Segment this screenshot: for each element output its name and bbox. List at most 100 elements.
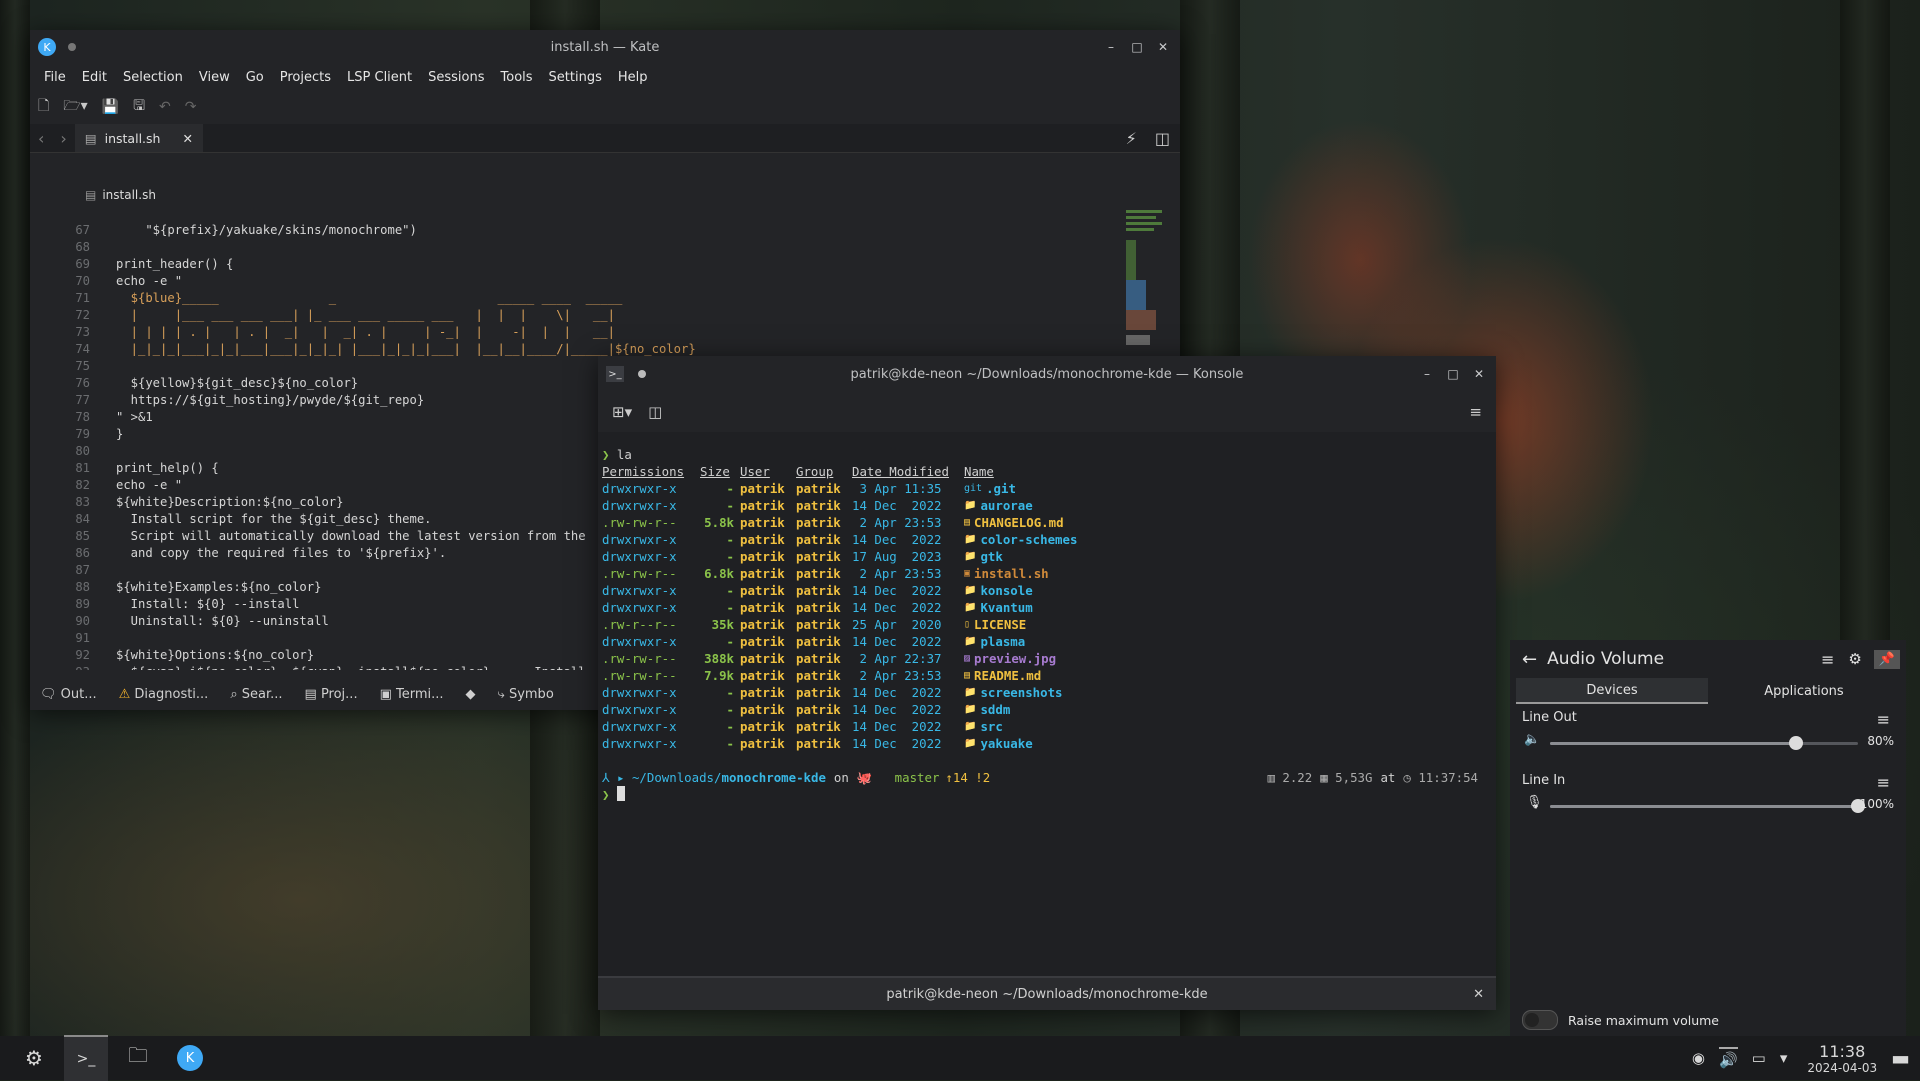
file-size: 35k <box>711 617 734 632</box>
kate-titlebar[interactable]: K install.sh — Kate – □ ✕ <box>30 30 1180 64</box>
maximize-button[interactable]: □ <box>1444 365 1462 383</box>
app-launcher-icon[interactable]: ⚙ <box>12 1036 56 1080</box>
microphone-icon[interactable]: 🎙 <box>1526 795 1543 810</box>
breadcrumb: ▤ install.sh <box>85 188 156 202</box>
maximize-button[interactable]: □ <box>1128 38 1146 56</box>
volume-icon[interactable]: 🔊 <box>1718 1047 1738 1069</box>
close-button[interactable]: ✕ <box>1470 365 1488 383</box>
menu-help[interactable]: Help <box>610 70 656 85</box>
volume-slider[interactable] <box>1550 799 1865 813</box>
menu-projects[interactable]: Projects <box>272 70 339 85</box>
menu-lsp-client[interactable]: LSP Client <box>339 70 420 85</box>
input-line[interactable]: ❯ <box>602 786 1496 803</box>
show-desktop-icon[interactable]: ▬ <box>1891 1046 1910 1070</box>
output-tab[interactable]: 🗨 Out... <box>40 687 97 702</box>
menu-go[interactable]: Go <box>238 70 272 85</box>
file-group: patrik <box>796 515 841 530</box>
save-as-icon[interactable]: 🖫 <box>133 95 145 119</box>
git-status: ↑14 !2 <box>945 770 991 785</box>
volume-slider[interactable] <box>1550 736 1858 750</box>
device-menu-icon[interactable]: ≡ <box>1877 773 1890 792</box>
pin-icon[interactable]: 📌 <box>1873 649 1900 669</box>
tab-devices[interactable]: Devices <box>1516 678 1708 704</box>
new-file-icon[interactable]: 🗋 <box>38 95 49 119</box>
konsole-tab-bar: patrik@kde-neon ~/Downloads/monochrome-k… <box>598 976 1496 1010</box>
close-tab-icon[interactable]: ✕ <box>182 131 192 146</box>
git-tab[interactable]: ◆ <box>466 687 476 702</box>
permissions: .rw-rw-r-- <box>602 668 677 683</box>
quick-action-icon[interactable]: ⚡ <box>1118 129 1145 148</box>
symbols-tab[interactable]: ⤷ Symbo <box>498 687 554 702</box>
menu-view[interactable]: View <box>191 70 238 85</box>
terminal-tab[interactable]: ▣ Termi... <box>380 687 444 702</box>
split-view-icon[interactable]: ◫ <box>1145 129 1180 148</box>
terminal-output[interactable]: ❯ la Permissions Size User Group Date Modifie… <box>598 446 1496 974</box>
file-manager-icon[interactable]: 🗀 <box>116 1036 160 1080</box>
close-button[interactable]: ✕ <box>1154 38 1172 56</box>
undo-icon[interactable]: ↶ <box>159 99 171 115</box>
minimize-button[interactable]: – <box>1418 365 1436 383</box>
file-user: patrik <box>740 566 785 581</box>
search-tab[interactable]: ⌕ Sear... <box>230 687 282 702</box>
kate-task-icon[interactable]: K <box>168 1036 212 1080</box>
file-group: patrik <box>796 498 841 513</box>
new-tab-icon[interactable]: ⊞▾ <box>612 403 632 421</box>
redo-icon[interactable]: ↷ <box>185 99 197 115</box>
tab-install-sh[interactable]: ▤ install.sh ✕ <box>74 124 203 152</box>
minimize-button[interactable]: – <box>1102 38 1120 56</box>
menu-icon[interactable]: ≡ <box>1821 650 1834 669</box>
menu-file[interactable]: File <box>36 70 74 85</box>
diagnostics-tab[interactable]: ⚠ Diagnosti... <box>119 687 209 702</box>
line-text: ${blue}_____ _ _____ ____ _____ <box>116 291 623 305</box>
file-row: .rw-rw-r-- 6.8k patrik patrik 2 Apr 23:53 ▣ i… <box>602 565 1496 582</box>
konsole-tab-title[interactable]: patrik@kde-neon ~/Downloads/monochrome-k… <box>886 987 1207 1002</box>
file-group: patrik <box>796 668 841 683</box>
breadcrumb-file[interactable]: install.sh <box>102 188 156 202</box>
pin-dot-icon[interactable] <box>638 370 646 378</box>
branch-icon <box>887 769 894 786</box>
speaker-icon[interactable]: 🔈 <box>1524 732 1540 747</box>
open-file-icon[interactable]: 🗁▾ <box>63 95 87 119</box>
symbols-icon: ⤷ <box>497 686 509 702</box>
split-view-icon[interactable]: ◫ <box>648 403 662 421</box>
kate-menubar: File Edit Selection View Go Projects LSP… <box>30 64 1180 90</box>
device-menu-icon[interactable]: ≡ <box>1877 710 1890 729</box>
menu-settings[interactable]: Settings <box>541 70 610 85</box>
clock[interactable]: 11:38 2024-04-03 <box>1807 1042 1877 1075</box>
menu-selection[interactable]: Selection <box>115 70 191 85</box>
back-arrow-icon[interactable]: ← <box>1522 649 1537 670</box>
file-row: .rw-rw-r-- 388k patrik patrik 2 Apr 22:37 ▨ p… <box>602 650 1496 667</box>
panel-header: ← Audio Volume ≡ ⚙ 📌 <box>1510 640 1906 678</box>
line-text: print_help() { <box>116 461 219 475</box>
tab-forward-icon[interactable]: › <box>52 129 74 148</box>
line-text: https://${git_hosting}/pwyde/${git_repo} <box>116 393 425 407</box>
gear-icon[interactable]: ⚙ <box>1848 650 1861 668</box>
konsole-task-icon[interactable]: >_ <box>64 1035 108 1081</box>
menu-tools[interactable]: Tools <box>493 70 541 85</box>
file-size: 6.8k <box>704 566 734 581</box>
display-icon[interactable]: ▭ <box>1752 1049 1766 1067</box>
file-size: - <box>726 481 734 496</box>
file-row: drwxrwxr-x - patrik patrik 17 Aug 2023 📁 gtk <box>602 548 1496 565</box>
close-tab-icon[interactable]: ✕ <box>1473 987 1484 1002</box>
file-date: 14 Dec 2022 <box>852 532 942 547</box>
menu-edit[interactable]: Edit <box>74 70 115 85</box>
pin-dot-icon[interactable] <box>68 43 76 51</box>
save-icon[interactable]: 💾 <box>102 99 119 115</box>
memory-usage: 5,53G <box>1335 770 1373 785</box>
line-text: " >&1 <box>116 410 153 424</box>
expand-tray-icon[interactable]: ▾ <box>1780 1049 1788 1067</box>
file-name: color-schemes <box>980 532 1078 547</box>
network-icon[interactable]: ◉ <box>1692 1049 1705 1067</box>
tab-back-icon[interactable]: ‹ <box>30 129 52 148</box>
tab-applications[interactable]: Applications <box>1708 678 1900 704</box>
file-user: patrik <box>740 498 785 513</box>
projects-tab[interactable]: ▤ Proj... <box>305 687 358 702</box>
raise-max-volume-toggle[interactable] <box>1522 1010 1558 1030</box>
konsole-titlebar[interactable]: >_ patrik@kde-neon ~/Downloads/monochrom… <box>598 356 1496 392</box>
hamburger-menu-icon[interactable]: ≡ <box>1469 403 1482 421</box>
terminal-icon: ▣ <box>379 686 396 702</box>
file-type-icon: 📁 <box>964 721 977 732</box>
menu-sessions[interactable]: Sessions <box>420 70 492 85</box>
line-number: 70 <box>75 274 90 288</box>
